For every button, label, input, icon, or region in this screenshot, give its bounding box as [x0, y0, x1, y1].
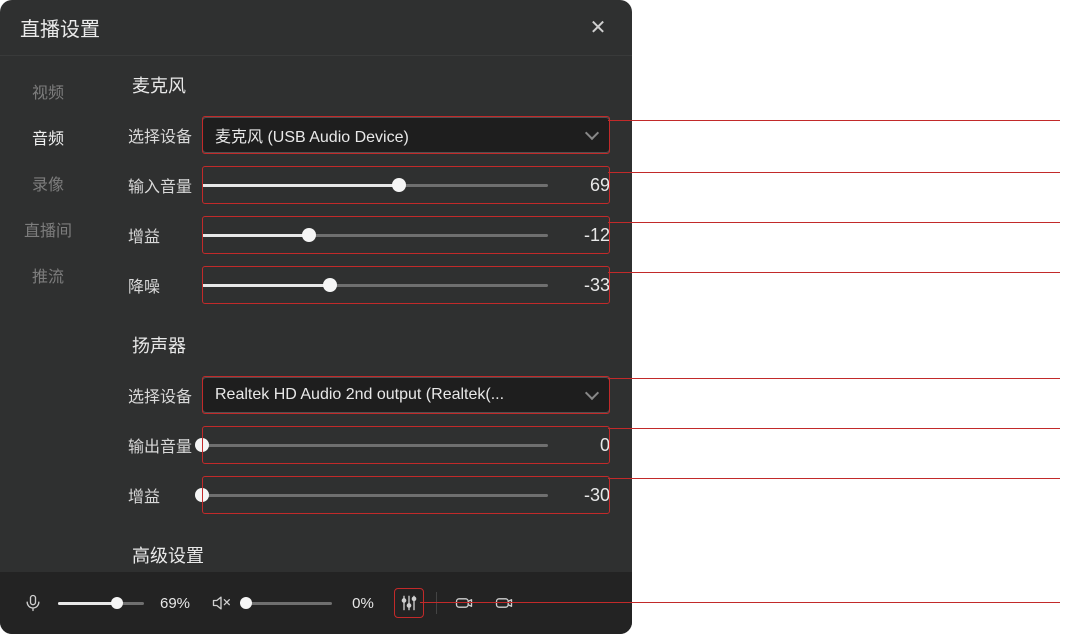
- spk-gain-value: -30: [548, 485, 610, 506]
- slider-fill: [202, 284, 330, 287]
- spk-gain-label: 增益: [118, 483, 202, 507]
- slider-thumb[interactable]: [302, 228, 316, 242]
- mic-gain-slider[interactable]: [202, 234, 548, 237]
- bar-mic-slider[interactable]: [58, 602, 144, 605]
- spk-device-dropdown[interactable]: Realtek HD Audio 2nd output (Realtek(...: [202, 377, 610, 413]
- spk-out-slider[interactable]: [202, 444, 548, 447]
- content: 麦克风 选择设备 麦克风 (USB Audio Device) 输入音量: [96, 56, 632, 572]
- spk-out-label: 输出音量: [118, 433, 202, 457]
- mic-gain-value: -12: [548, 225, 610, 246]
- slider-fill: [202, 234, 309, 237]
- chevron-down-icon: [585, 126, 599, 140]
- slider-fill: [202, 184, 399, 187]
- bar-spk-slider[interactable]: [246, 602, 332, 605]
- mic-section-title: 麦克风: [132, 72, 610, 98]
- close-icon[interactable]: ✕: [584, 14, 612, 42]
- sidebar-item-video[interactable]: 视频: [0, 68, 96, 114]
- audio-settings-icon[interactable]: [394, 588, 424, 618]
- bottom-bar: 69% 0%: [0, 572, 632, 634]
- sidebar-item-record[interactable]: 录像: [0, 160, 96, 206]
- slider-thumb[interactable]: [195, 488, 209, 502]
- sidebar: 视频 音频 录像 直播间 推流: [0, 56, 96, 572]
- window-title: 直播设置: [20, 13, 100, 42]
- speaker-muted-icon[interactable]: [206, 588, 236, 618]
- slider-fill: [58, 602, 117, 605]
- bar-spk-percent: 0%: [342, 595, 384, 612]
- advanced-section-title: 高级设置: [132, 542, 610, 568]
- titlebar: 直播设置 ✕: [0, 0, 632, 56]
- sidebar-item-room[interactable]: 直播间: [0, 206, 96, 252]
- mic-nr-row: 降噪 -33: [118, 260, 610, 310]
- mic-device-label: 选择设备: [118, 123, 202, 147]
- mic-nr-value: -33: [548, 275, 610, 296]
- slider-thumb[interactable]: [195, 438, 209, 452]
- mic-gain-row: 增益 -12: [118, 210, 610, 260]
- camera-flip-icon[interactable]: [449, 588, 479, 618]
- mic-device-row: 选择设备 麦克风 (USB Audio Device): [118, 110, 610, 160]
- mic-input-slider[interactable]: [202, 184, 548, 187]
- chevron-down-icon: [585, 386, 599, 400]
- mic-device-value: 麦克风 (USB Audio Device): [215, 123, 409, 147]
- camera-icon[interactable]: [489, 588, 519, 618]
- mic-nr-label: 降噪: [118, 273, 202, 297]
- spk-gain-slider[interactable]: [202, 494, 548, 497]
- spk-gain-row: 增益 -30: [118, 470, 610, 520]
- mic-device-dropdown[interactable]: 麦克风 (USB Audio Device): [202, 117, 610, 153]
- spk-device-value: Realtek HD Audio 2nd output (Realtek(...: [215, 386, 504, 404]
- sidebar-item-audio[interactable]: 音频: [0, 114, 96, 160]
- body: 视频 音频 录像 直播间 推流 麦克风 选择设备 麦克风 (USB Audio …: [0, 56, 632, 572]
- settings-window: 直播设置 ✕ 视频 音频 录像 直播间 推流 麦克风 选择设备 麦克风 (USB…: [0, 0, 632, 634]
- spk-out-value: 0: [548, 435, 610, 456]
- slider-thumb[interactable]: [323, 278, 337, 292]
- spk-device-row: 选择设备 Realtek HD Audio 2nd output (Realte…: [118, 370, 610, 420]
- mic-gain-label: 增益: [118, 223, 202, 247]
- mic-nr-slider[interactable]: [202, 284, 548, 287]
- spk-section-title: 扬声器: [132, 332, 610, 358]
- slider-thumb[interactable]: [240, 597, 252, 609]
- separator: [436, 592, 437, 614]
- spk-device-label: 选择设备: [118, 383, 202, 407]
- bar-mic-percent: 69%: [154, 595, 196, 612]
- spk-out-row: 输出音量 0: [118, 420, 610, 470]
- mic-input-row: 输入音量 69: [118, 160, 610, 210]
- mic-input-label: 输入音量: [118, 173, 202, 197]
- mic-icon[interactable]: [18, 588, 48, 618]
- slider-thumb[interactable]: [392, 178, 406, 192]
- sidebar-item-stream[interactable]: 推流: [0, 252, 96, 298]
- slider-thumb[interactable]: [111, 597, 123, 609]
- mic-input-value: 69: [548, 175, 610, 196]
